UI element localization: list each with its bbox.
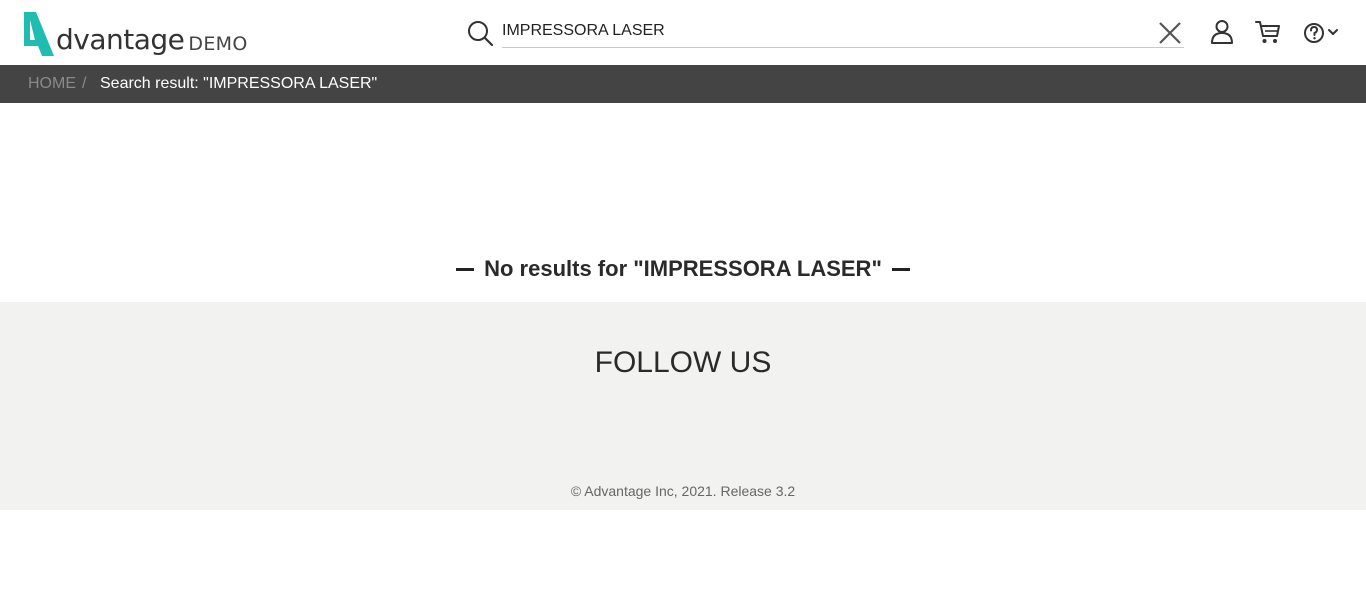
- logo[interactable]: dvantage DEMO: [22, 8, 248, 58]
- breadcrumb: HOME / Search result: "IMPRESSORA LASER": [0, 65, 1366, 103]
- no-results-message: No results for "IMPRESSORA LASER": [0, 256, 1366, 282]
- follow-us-heading: FOLLOW US: [594, 346, 772, 379]
- user-icon[interactable]: [1208, 18, 1236, 46]
- close-icon[interactable]: [1158, 21, 1182, 45]
- breadcrumb-current: Search result: "IMPRESSORA LASER": [100, 75, 378, 92]
- help-icon[interactable]: [1302, 18, 1344, 46]
- divider-left: [456, 267, 475, 271]
- search-icon[interactable]: [466, 19, 494, 47]
- cart-icon[interactable]: [1254, 18, 1282, 46]
- search-input[interactable]: [502, 16, 1184, 48]
- footer: FOLLOW US © Advantage Inc, 2021. Release…: [0, 302, 1366, 510]
- search-bar: [466, 16, 1184, 50]
- breadcrumb-separator: /: [82, 75, 87, 92]
- no-results-text: No results for "IMPRESSORA LASER": [484, 256, 882, 281]
- copyright-text: © Advantage Inc, 2021. Release 3.2: [570, 483, 796, 499]
- site-header: dvantage DEMO: [0, 0, 1366, 65]
- logo-wordmark: dvantage: [56, 23, 185, 56]
- logo-demo-label: DEMO: [188, 33, 248, 55]
- advantage-logo-icon: [24, 12, 54, 56]
- breadcrumb-home-link[interactable]: HOME: [28, 75, 76, 93]
- divider-right: [891, 267, 910, 271]
- chevron-down-icon: [1328, 29, 1338, 35]
